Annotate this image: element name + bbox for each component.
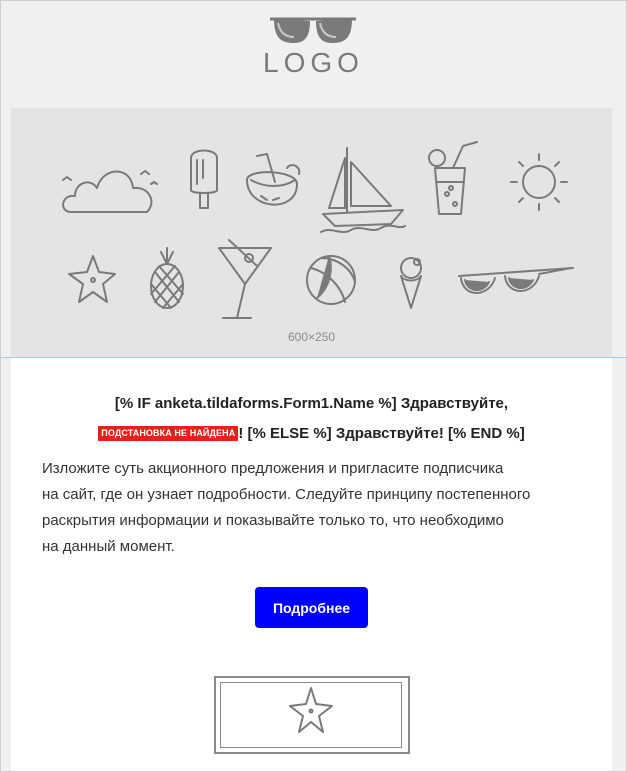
pineapple-icon: [150, 247, 184, 309]
coconut-drink-icon: [246, 153, 301, 206]
popsicle-icon: [190, 149, 218, 209]
banner-image: 600×250: [11, 108, 612, 358]
banner-size-label: 600×250: [287, 330, 336, 344]
cocktail-glass-icon: [428, 141, 478, 215]
substitution-error-badge: ПОДСТАНОВКА НЕ НАЙДЕНА: [98, 426, 239, 441]
logo-header: LOGO: [1, 1, 626, 108]
greeting-heading: [% IF anketa.tildaforms.Form1.Name %] Зд…: [31, 389, 592, 449]
martini-icon: [218, 239, 272, 319]
sun-icon: [510, 153, 568, 211]
logo-text: LOGO: [263, 47, 364, 78]
body-paragraph: Изложите суть акционного предложения и п…: [42, 456, 582, 560]
ice-cream-icon: [400, 257, 422, 309]
body-line4: на данный момент.: [42, 538, 175, 555]
sunglasses-banner-icon: [458, 267, 574, 294]
content-block: [% IF anketa.tildaforms.Form1.Name %] Зд…: [11, 358, 612, 771]
sailboat-icon: [320, 147, 406, 233]
beach-ball-icon: [306, 255, 356, 305]
body-line3: раскрытия информации и показывайте тольк…: [42, 512, 504, 529]
body-line1: Изложите суть акционного предложения и п…: [42, 460, 504, 477]
greeting-line1: [% IF anketa.tildaforms.Form1.Name %] Зд…: [114, 395, 509, 412]
starfish-icon: [289, 687, 333, 733]
starfish-card: [214, 676, 410, 754]
starfish-icon: [68, 255, 116, 303]
body-line2: на сайт, где он узнает подробности. След…: [42, 486, 531, 503]
cloud-icon: [62, 170, 158, 213]
greeting-line2: ! [% ELSE %] Здравствуйте! [% END %]: [238, 425, 525, 442]
sunglasses-icon: [270, 17, 356, 43]
email-preview: LOGO 600×250 [% IF anketa.tildaforms.For…: [0, 0, 627, 772]
more-details-button[interactable]: Подробнее: [255, 587, 368, 628]
